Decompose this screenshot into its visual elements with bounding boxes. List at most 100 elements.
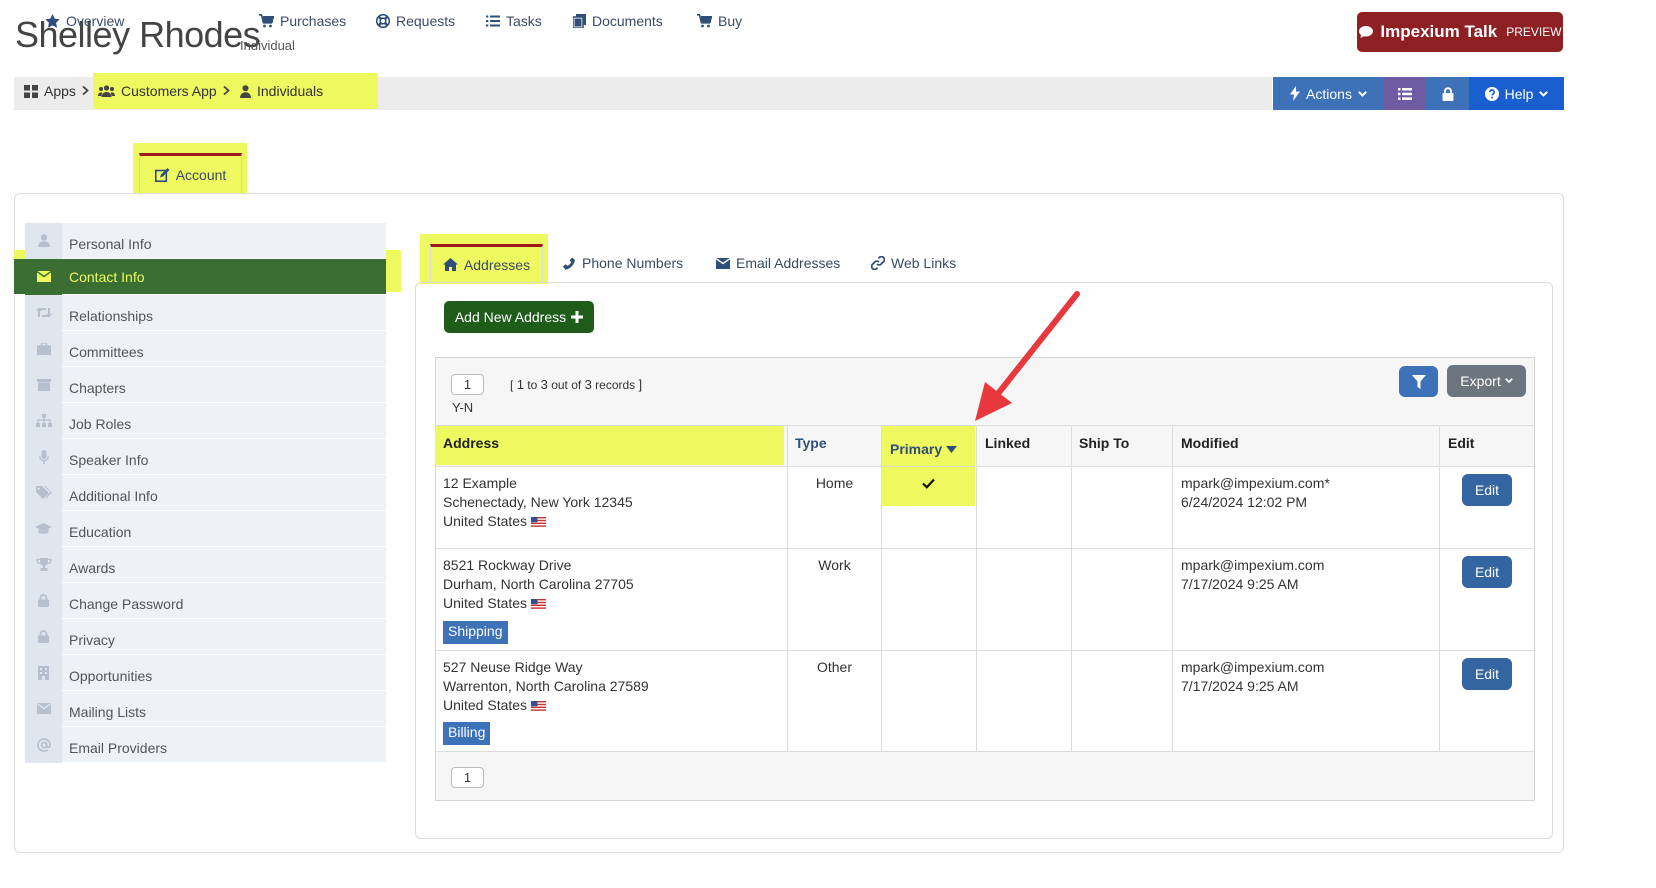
sidebar-item-education[interactable]: Education	[25, 510, 386, 547]
sidebar-item-privacy[interactable]: Privacy	[25, 618, 386, 655]
impexium-talk-button[interactable]: Impexium Talk PREVIEW	[1357, 12, 1563, 52]
lock-icon	[25, 618, 62, 655]
link-icon	[871, 256, 885, 270]
page-number-button[interactable]: 1	[451, 374, 484, 395]
sidebar-item-label: Speaker Info	[69, 451, 149, 468]
briefcase-icon	[25, 330, 62, 367]
at-icon	[25, 726, 62, 763]
lock-icon	[25, 582, 62, 619]
add-new-address-button[interactable]: Add New Address	[444, 301, 594, 333]
sidebar-item-email-providers[interactable]: Email Providers	[25, 726, 386, 763]
sort-label[interactable]: Y-N	[452, 400, 473, 415]
sidebar-item-contact-info[interactable]: Contact Info	[14, 258, 386, 295]
column-header-primary[interactable]: Primary	[890, 441, 958, 457]
tab-account-label: Account	[175, 166, 227, 183]
sidebar-item-committees[interactable]: Committees	[25, 330, 386, 367]
sidebar-item-label: Email Providers	[69, 739, 168, 756]
phone-icon	[562, 256, 576, 270]
sidebar-item-personal-info[interactable]: Personal Info	[25, 222, 386, 259]
column-header-ship-to[interactable]: Ship To	[1079, 435, 1129, 451]
address-country: United States	[443, 513, 528, 529]
documents-icon	[573, 14, 586, 28]
export-dropdown[interactable]: Export	[1447, 365, 1526, 397]
address-line2: Warrenton, North Carolina 27589	[443, 678, 649, 694]
tab-account[interactable]: Account	[139, 153, 242, 193]
sitemap-icon	[25, 402, 62, 439]
export-label: Export	[1460, 373, 1501, 389]
table-row-modified: mpark@impexium.com* 6/24/2024 12:02 PM	[1181, 474, 1330, 512]
lock-icon	[1442, 86, 1454, 101]
records-records-word: records	[595, 378, 636, 392]
tab-email-addresses[interactable]: Email Addresses	[716, 244, 840, 282]
lock-button[interactable]	[1426, 77, 1469, 110]
breadcrumb-individuals-label: Individuals	[257, 83, 324, 99]
column-header-modified[interactable]: Modified	[1181, 435, 1239, 451]
modified-at: 6/24/2024 12:02 PM	[1181, 494, 1308, 510]
us-flag-icon	[531, 516, 547, 527]
edit-address-button[interactable]: Edit	[1462, 474, 1512, 506]
tab-buy[interactable]: Buy	[697, 0, 742, 42]
help-dropdown[interactable]: Help	[1469, 77, 1564, 110]
tab-tasks[interactable]: Tasks	[486, 0, 542, 42]
sidebar-item-chapters[interactable]: Chapters	[25, 366, 386, 403]
address-line1: 527 Neuse Ridge Way	[443, 659, 583, 675]
actions-dropdown[interactable]: Actions	[1273, 77, 1384, 110]
check-icon	[922, 478, 935, 489]
table-row-modified: mpark@impexium.com 7/17/2024 9:25 AM	[1181, 556, 1324, 594]
users-icon	[98, 85, 115, 97]
bolt-icon	[1290, 86, 1301, 101]
list-icon	[1398, 87, 1412, 100]
breadcrumb-customers-label: Customers App	[121, 83, 217, 99]
sidebar-item-label: Job Roles	[69, 415, 132, 432]
filter-button[interactable]	[1399, 366, 1438, 397]
tab-addresses[interactable]: Addresses	[430, 244, 543, 282]
sidebar-item-relationships[interactable]: Relationships	[25, 294, 386, 331]
tab-requests[interactable]: Requests	[376, 0, 455, 42]
list-view-button[interactable]	[1384, 77, 1426, 110]
grid-line	[436, 751, 1534, 752]
tab-purchases-label: Purchases	[280, 13, 347, 29]
sidebar-item-label: Privacy	[69, 631, 115, 648]
modified-at: 7/17/2024 9:25 AM	[1181, 576, 1299, 592]
sidebar-item-awards[interactable]: Awards	[25, 546, 386, 583]
user-icon	[240, 84, 251, 98]
sidebar-item-change-password[interactable]: Change Password	[25, 582, 386, 619]
column-header-linked[interactable]: Linked	[985, 435, 1030, 451]
tab-web-links[interactable]: Web Links	[871, 244, 956, 282]
table-row-address: 8521 Rockway Drive Durham, North Carolin…	[443, 556, 634, 613]
grid-line	[436, 466, 1534, 467]
records-out-of-word: out of	[551, 378, 582, 392]
edit-address-button[interactable]: Edit	[1462, 658, 1512, 690]
sidebar-item-additional-info[interactable]: Additional Info	[25, 474, 386, 511]
sidebar-item-speaker-info[interactable]: Speaker Info	[25, 438, 386, 475]
records-from: 1	[516, 377, 524, 392]
chevron-down-icon	[1504, 378, 1513, 384]
table-row-type: Work	[818, 557, 851, 573]
sidebar-item-label: Relationships	[69, 307, 154, 324]
chevron-right-icon	[82, 86, 89, 95]
edit-address-button[interactable]: Edit	[1462, 556, 1512, 588]
tab-overview[interactable]: Overview	[45, 0, 124, 42]
tab-documents[interactable]: Documents	[573, 0, 663, 42]
bottom-page-number-button[interactable]: 1	[451, 767, 484, 788]
breadcrumb-individuals[interactable]: Individuals	[240, 73, 323, 109]
table-row-address: 527 Neuse Ridge Way Warrenton, North Car…	[443, 658, 649, 715]
tab-purchases[interactable]: Purchases	[259, 0, 346, 42]
sidebar-item-label: Change Password	[69, 595, 184, 612]
chat-bubble-icon	[1358, 25, 1374, 39]
graduation-cap-icon	[25, 510, 62, 547]
shipping-badge: Shipping	[443, 621, 508, 644]
column-header-type[interactable]: Type	[795, 435, 827, 451]
sidebar-item-mailing-lists[interactable]: Mailing Lists	[25, 690, 386, 727]
column-header-address[interactable]: Address	[443, 435, 499, 451]
envelope-icon	[25, 690, 62, 727]
sidebar-item-label: Mailing Lists	[69, 703, 147, 720]
sidebar-item-job-roles[interactable]: Job Roles	[25, 402, 386, 439]
sidebar-item-label: Awards	[69, 559, 116, 576]
breadcrumb-apps[interactable]: Apps	[24, 73, 76, 109]
tab-requests-label: Requests	[396, 13, 456, 29]
tab-phone-numbers[interactable]: Phone Numbers	[562, 244, 683, 282]
sidebar-item-opportunities[interactable]: Opportunities	[25, 654, 386, 691]
cart-icon	[697, 14, 712, 28]
breadcrumb-customers-app[interactable]: Customers App	[98, 73, 217, 109]
